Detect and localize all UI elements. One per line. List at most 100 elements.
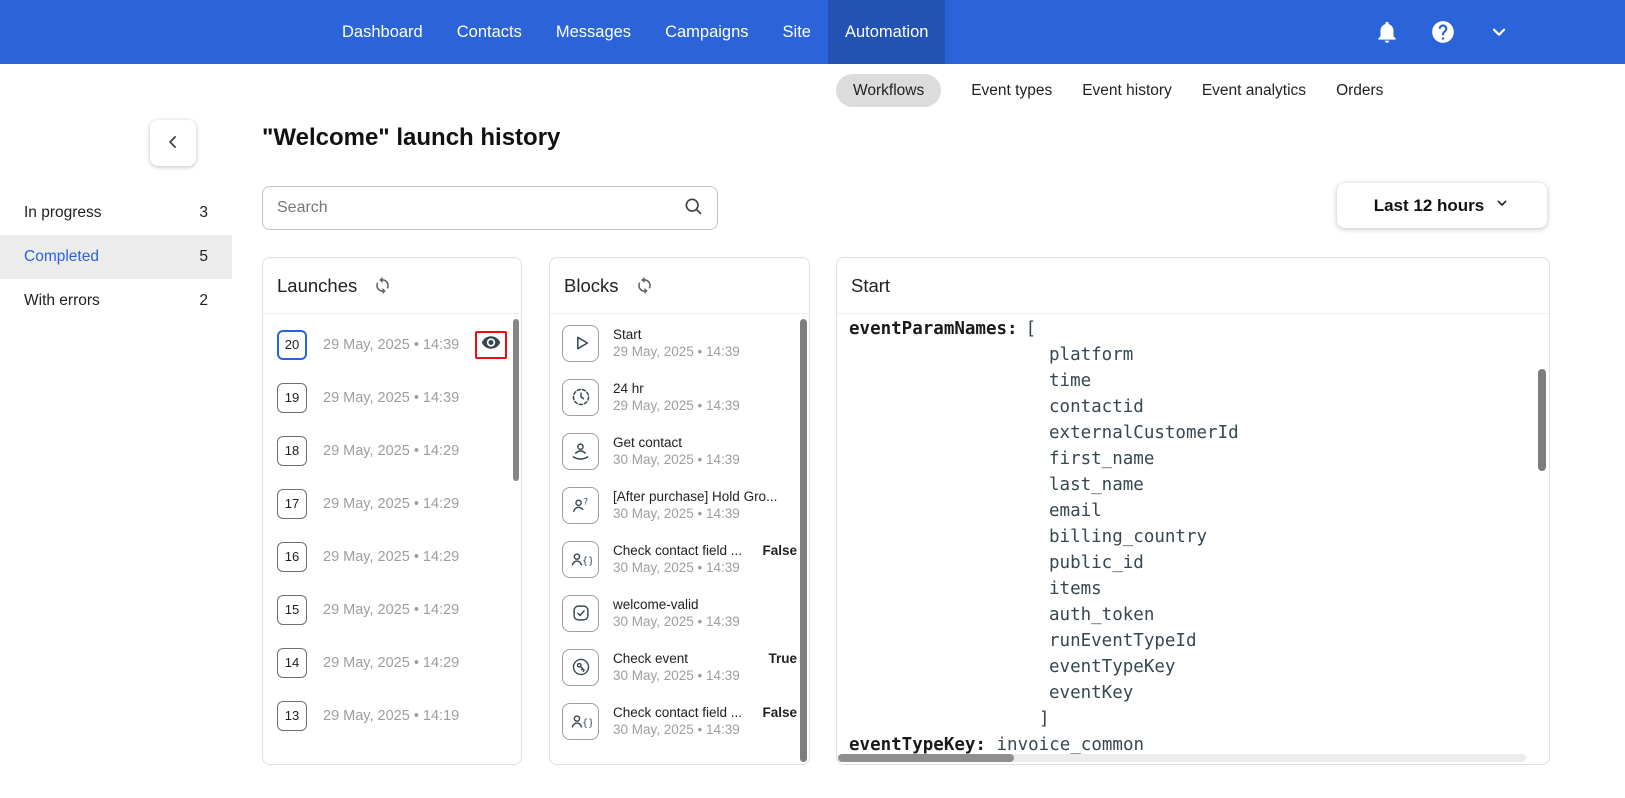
detail-vertical-scrollbar-thumb[interactable] [1538,369,1546,471]
sidebar-item-label: Completed [24,248,99,265]
code-key: eventParamNames: [849,319,1018,339]
search-icon[interactable] [683,196,703,221]
automation-launch-history-screen: Dashboard Contacts Messages Campaigns Site Au… [0,0,1625,798]
sidebar-item-count: 2 [199,292,208,309]
sidebar-item-count: 5 [199,248,208,265]
help-icon[interactable] [1425,14,1461,50]
subnav-item-event-history[interactable]: Event history [1082,82,1172,100]
launch-list: 20 29 May, 2025 • 14:39 19 29 May, 2025 … [263,314,521,742]
block-row[interactable]: welcome-valid 30 May, 2025 • 14:39 [550,586,809,640]
page-title: "Welcome" launch history [262,124,561,151]
launch-row[interactable]: 20 29 May, 2025 • 14:39 [263,318,521,371]
launch-row[interactable]: 18 29 May, 2025 • 14:29 [263,424,521,477]
block-row[interactable]: Start 29 May, 2025 • 14:39 [550,316,809,370]
code-param-line: items [1049,579,1102,599]
subnav-item-event-types[interactable]: Event types [971,82,1052,100]
code-param-line: billing_country [1049,527,1208,547]
code-param-line: first_name [1049,449,1155,469]
launch-row[interactable]: 16 29 May, 2025 • 14:29 [263,530,521,583]
launch-number-badge: 19 [277,382,307,413]
block-row[interactable]: ? [After purchase] Hold Gro... 30 May, 2… [550,478,809,532]
sidebar-item-completed[interactable]: Completed 5 [0,235,232,279]
svg-text:{}: {} [582,556,592,567]
chevron-down-icon [1494,195,1510,216]
event-params-code: eventParamNames: [ platform time contactid e… [837,314,1549,760]
code-line: ] [849,706,1537,732]
launch-number-badge: 17 [277,488,307,519]
svg-text:{}: {} [582,718,592,729]
launches-panel-header: Launches [263,258,521,314]
block-row[interactable]: Get contact 30 May, 2025 • 14:39 [550,424,809,478]
blocks-scrollbar-thumb[interactable] [800,319,807,762]
launch-row[interactable]: 13 29 May, 2025 • 14:19 [263,689,521,742]
subnav-item-orders[interactable]: Orders [1336,82,1383,100]
top-navigation-bar: Dashboard Contacts Messages Campaigns Site Au… [0,0,1625,64]
svg-text:?: ? [583,497,588,507]
nav-item-label: Automation [844,22,929,41]
code-param-line: platform [1049,345,1134,365]
block-result-badge: True [768,651,797,666]
hold-group-icon: ? [562,486,599,524]
subnav-item-event-analytics[interactable]: Event analytics [1202,82,1306,100]
launch-date: 29 May, 2025 • 14:29 [323,442,460,459]
nav-item-campaigns[interactable]: Campaigns [648,0,765,64]
block-result-badge: False [762,543,797,558]
block-row[interactable]: 24 hr 29 May, 2025 • 14:39 [550,370,809,424]
main-nav: Dashboard Contacts Messages Campaigns Site Au… [325,0,946,64]
nav-item-automation[interactable]: Automation [827,0,946,64]
block-date: 30 May, 2025 • 14:39 [613,668,740,683]
nav-item-label: Contacts [456,22,522,41]
detail-horizontal-scrollbar-track[interactable] [838,754,1526,762]
sidebar-item-with-errors[interactable]: With errors 2 [0,279,232,323]
nav-item-label: Campaigns [665,22,749,41]
sidebar-item-count: 3 [199,204,208,221]
launch-date: 29 May, 2025 • 14:29 [323,548,460,565]
nav-item-dashboard[interactable]: Dashboard [325,0,440,64]
launch-date: 29 May, 2025 • 14:39 [323,336,460,353]
launch-number-badge: 13 [277,700,307,731]
code-open-bracket: [ [1025,319,1037,339]
launch-number-badge: 20 [277,329,307,360]
block-title: welcome-valid [613,597,699,612]
nav-item-site[interactable]: Site [766,0,828,64]
launch-date: 29 May, 2025 • 14:29 [323,654,460,671]
block-row[interactable]: Check event True 30 May, 2025 • 14:39 [550,640,809,694]
bell-icon[interactable] [1369,14,1405,50]
launch-row[interactable]: 19 29 May, 2025 • 14:39 [263,371,521,424]
code-param-line: externalCustomerId [1049,423,1239,443]
launch-row[interactable]: 17 29 May, 2025 • 14:29 [263,477,521,530]
block-row[interactable]: {} Check contact field ... False 30 May,… [550,532,809,586]
time-filter-dropdown[interactable]: Last 12 hours [1337,183,1547,228]
launch-row[interactable]: 15 29 May, 2025 • 14:29 [263,583,521,636]
detail-horizontal-scrollbar-thumb[interactable] [838,754,1014,762]
refresh-blocks-button[interactable] [635,276,654,295]
nav-item-contacts[interactable]: Contacts [440,0,539,64]
block-date: 29 May, 2025 • 14:39 [613,398,740,413]
sidebar-item-in-progress[interactable]: In progress 3 [0,191,232,235]
block-row[interactable]: {} Check contact field ... False 30 May,… [550,694,809,748]
nav-item-messages[interactable]: Messages [539,0,648,64]
back-button[interactable] [150,120,196,166]
launch-date: 29 May, 2025 • 14:39 [323,389,460,406]
code-param-line: last_name [1049,475,1144,495]
topbar-right [1369,0,1625,64]
code-param-line: contactid [1049,397,1144,417]
search-input[interactable] [277,199,683,217]
block-title: Check contact field ... [613,705,743,720]
search-box [262,186,718,230]
nav-item-label: Messages [555,22,632,41]
check-icon [562,594,599,632]
account-chevron-down-icon[interactable] [1481,14,1517,50]
view-launch-button[interactable] [475,330,508,359]
subnav-item-workflows[interactable]: Workflows [836,74,942,107]
block-date: 30 May, 2025 • 14:39 [613,506,740,521]
launches-scrollbar-thumb[interactable] [513,319,519,481]
block-detail-panel: Start eventParamNames: [ platform time cont… [836,257,1550,765]
code-line: eventParamNames: [ [849,316,1537,342]
blocks-panel-header: Blocks [550,258,809,314]
code-param-line: eventTypeKey [1049,657,1176,677]
launch-row[interactable]: 14 29 May, 2025 • 14:29 [263,636,521,689]
refresh-launches-button[interactable] [373,276,392,295]
launch-date: 29 May, 2025 • 14:29 [323,495,460,512]
detail-panel-header: Start [837,258,1549,314]
